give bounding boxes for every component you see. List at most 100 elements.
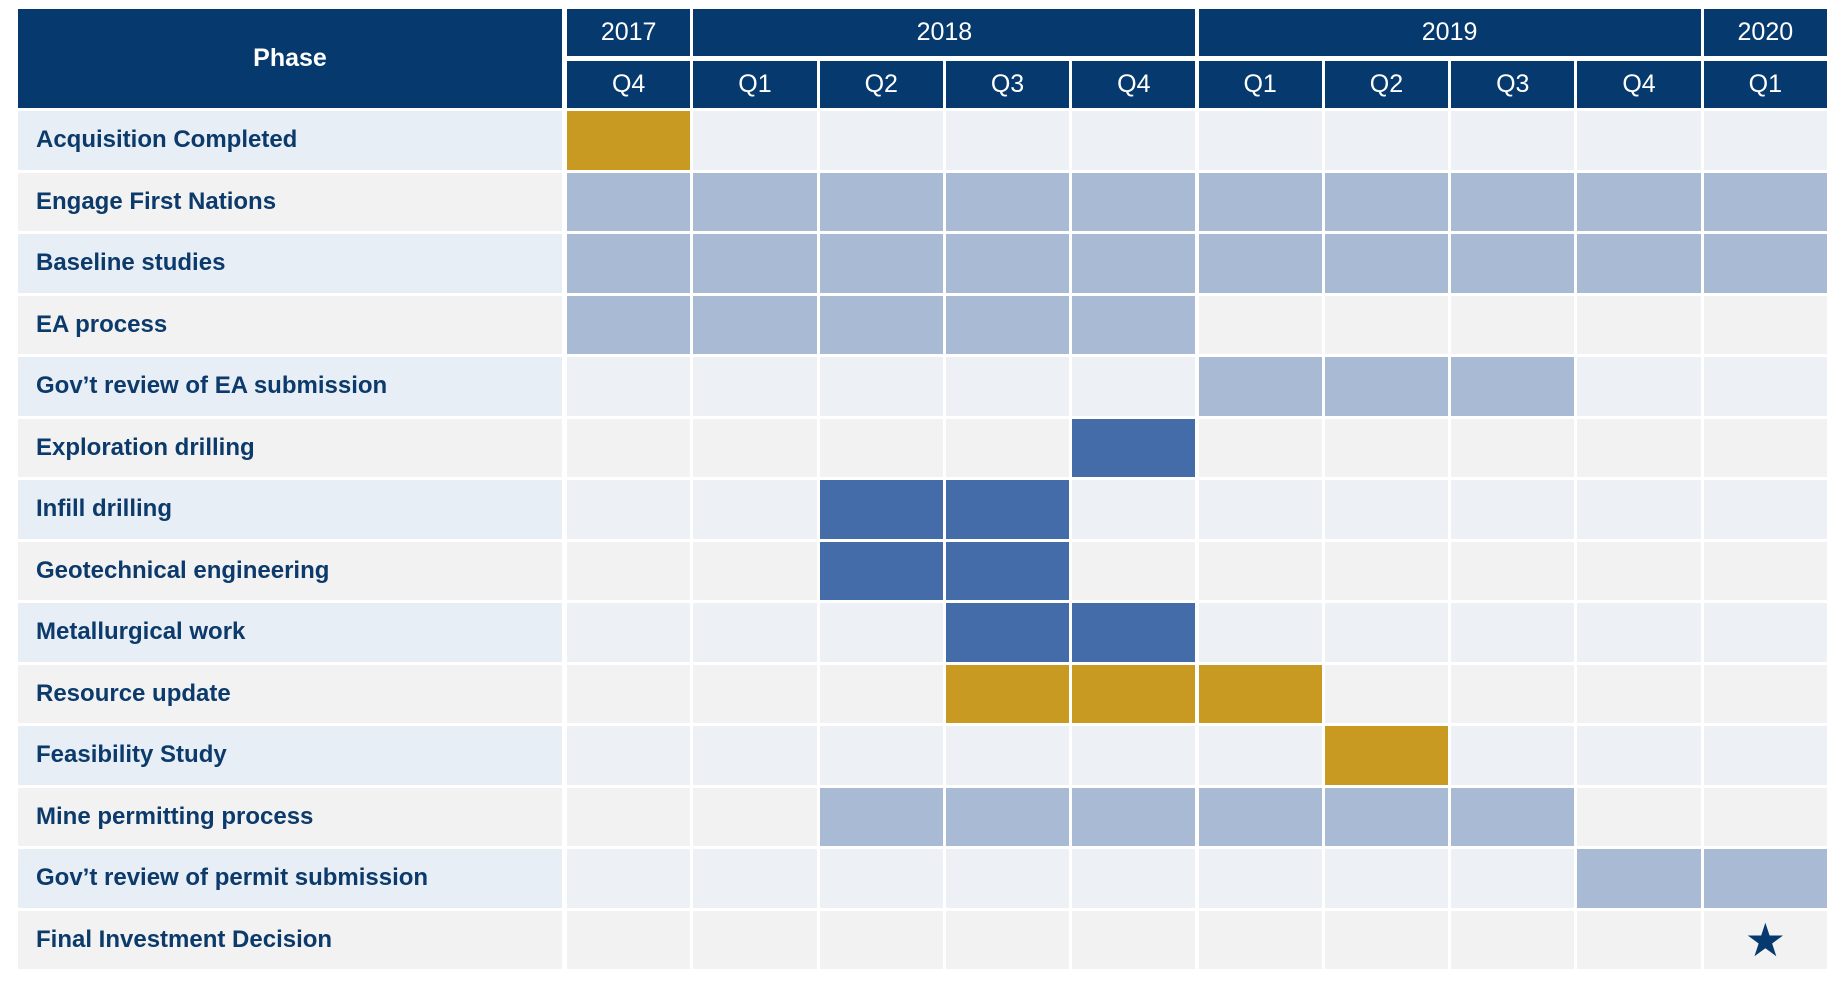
empty-cell xyxy=(693,787,817,846)
task-bar xyxy=(1451,234,1575,293)
empty-cell xyxy=(1324,480,1449,539)
task-bar xyxy=(1703,234,1827,293)
quarter-header: Q4 xyxy=(1072,61,1196,108)
phase-label: Geotechnical engineering xyxy=(18,541,562,600)
empty-cell xyxy=(1198,111,1322,170)
task-bar xyxy=(1198,172,1322,231)
empty-cell xyxy=(819,418,943,477)
task-bar xyxy=(1703,849,1827,908)
task-bar xyxy=(945,480,1070,539)
empty-cell xyxy=(693,664,817,723)
empty-cell xyxy=(1072,726,1196,785)
empty-cell xyxy=(1451,603,1575,662)
empty-cell xyxy=(1072,910,1196,969)
empty-cell xyxy=(1577,787,1701,846)
task-bar xyxy=(693,234,817,293)
task-bar xyxy=(1451,787,1575,846)
empty-cell xyxy=(1451,111,1575,170)
phase-label: Engage First Nations xyxy=(18,172,562,231)
year-header: 2018 xyxy=(693,9,1196,56)
empty-cell xyxy=(945,418,1070,477)
task-bar xyxy=(693,172,817,231)
empty-cell xyxy=(1198,295,1322,354)
empty-cell xyxy=(1703,664,1827,723)
empty-cell xyxy=(1324,603,1449,662)
task-bar xyxy=(567,172,691,231)
phase-label: Resource update xyxy=(18,664,562,723)
task-bar xyxy=(819,480,943,539)
empty-cell xyxy=(1198,480,1322,539)
gantt-chart: Phase 2017 2018 2019 2020 Q4 Q1 Q2 Q3 Q4 Q1 Q2 Q3 Q4… xyxy=(0,0,1836,982)
empty-cell xyxy=(693,910,817,969)
empty-cell xyxy=(1198,910,1322,969)
empty-cell xyxy=(1577,603,1701,662)
task-bar xyxy=(819,172,943,231)
phase-label: Final Investment Decision xyxy=(18,910,562,969)
task-bar xyxy=(945,787,1070,846)
quarter-header: Q1 xyxy=(1703,61,1827,108)
empty-cell xyxy=(1324,295,1449,354)
task-bar xyxy=(945,541,1070,600)
empty-cell xyxy=(1577,726,1701,785)
task-bar xyxy=(1324,726,1449,785)
empty-cell xyxy=(1198,603,1322,662)
empty-cell xyxy=(1451,849,1575,908)
empty-cell xyxy=(693,726,817,785)
task-bar xyxy=(1072,787,1196,846)
empty-cell xyxy=(819,910,943,969)
quarter-header: Q3 xyxy=(945,61,1070,108)
empty-cell xyxy=(1072,480,1196,539)
empty-cell xyxy=(1451,726,1575,785)
empty-cell xyxy=(819,111,943,170)
task-bar xyxy=(1072,418,1196,477)
empty-cell xyxy=(567,726,691,785)
phase-label: Baseline studies xyxy=(18,234,562,293)
quarter-header: Q4 xyxy=(567,61,691,108)
empty-cell xyxy=(567,541,691,600)
year-header: 2020 xyxy=(1703,9,1827,56)
empty-cell xyxy=(567,849,691,908)
empty-cell xyxy=(1072,357,1196,416)
task-bar xyxy=(1072,234,1196,293)
empty-cell xyxy=(1703,787,1827,846)
empty-cell xyxy=(819,849,943,908)
task-bar xyxy=(945,603,1070,662)
empty-cell xyxy=(1451,541,1575,600)
quarter-header: Q2 xyxy=(1324,61,1449,108)
phase-header: Phase xyxy=(18,9,562,108)
task-bar xyxy=(693,295,817,354)
empty-cell xyxy=(1198,849,1322,908)
phase-label: Infill drilling xyxy=(18,480,562,539)
task-bar xyxy=(1324,234,1449,293)
empty-cell xyxy=(567,910,691,969)
task-bar xyxy=(819,787,943,846)
empty-cell xyxy=(693,357,817,416)
task-bar xyxy=(945,664,1070,723)
empty-cell xyxy=(945,849,1070,908)
task-bar xyxy=(1198,357,1322,416)
empty-cell xyxy=(693,849,817,908)
task-bar xyxy=(1198,787,1322,846)
task-bar xyxy=(1072,172,1196,231)
empty-cell xyxy=(1703,726,1827,785)
empty-cell xyxy=(1577,480,1701,539)
empty-cell xyxy=(1324,849,1449,908)
quarter-header: Q1 xyxy=(693,61,817,108)
empty-cell xyxy=(567,357,691,416)
empty-cell xyxy=(1451,418,1575,477)
task-bar xyxy=(819,541,943,600)
empty-cell xyxy=(1324,111,1449,170)
task-bar xyxy=(1198,664,1322,723)
task-bar xyxy=(567,295,691,354)
empty-cell xyxy=(1451,910,1575,969)
empty-cell xyxy=(1703,357,1827,416)
empty-cell xyxy=(1072,849,1196,908)
empty-cell xyxy=(567,480,691,539)
task-bar xyxy=(945,172,1070,231)
empty-cell xyxy=(1324,418,1449,477)
empty-cell xyxy=(945,910,1070,969)
empty-cell xyxy=(1703,480,1827,539)
task-bar xyxy=(1072,603,1196,662)
empty-cell xyxy=(567,418,691,477)
task-bar xyxy=(945,295,1070,354)
